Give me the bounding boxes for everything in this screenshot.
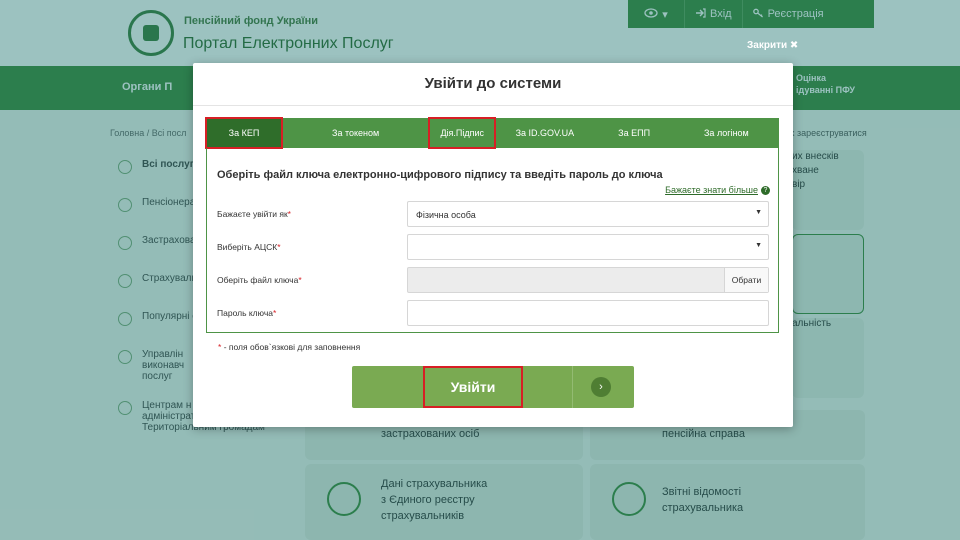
login-as-value: Фізична особа xyxy=(416,210,476,220)
login-as-select[interactable]: Фізична особа ▼ xyxy=(407,201,769,227)
key-password-input[interactable] xyxy=(407,300,769,326)
button-divider xyxy=(572,366,573,408)
login-method-tabs: За КЕП За токеном Дія.Підпис За ID.GOV.U… xyxy=(205,117,779,149)
tab-token[interactable]: За токеном xyxy=(282,118,429,148)
tab-login[interactable]: За логіном xyxy=(674,118,779,148)
login-modal: Увійти до системи За КЕП За токеном Дія.… xyxy=(193,63,793,427)
modal-divider xyxy=(193,105,793,106)
caret-down-icon: ▼ xyxy=(755,209,762,216)
login-as-label: Бажаєте увійти як* xyxy=(217,209,291,219)
key-file-row: Оберіть файл ключа* Обрати xyxy=(217,267,769,293)
help-icon: ? xyxy=(761,185,770,195)
tab-epp[interactable]: За ЕПП xyxy=(595,118,674,148)
acsk-select[interactable]: ▼ xyxy=(407,234,769,260)
kep-form: Оберіть файл ключа електронно-цифрового … xyxy=(206,148,779,333)
tab-kep[interactable]: За КЕП xyxy=(205,117,283,149)
login-submit-label: Увійти xyxy=(423,366,523,408)
acsk-label: Виберіть АЦСК* xyxy=(217,242,281,252)
arrow-right-icon: › xyxy=(591,377,611,397)
key-password-label: Пароль ключа* xyxy=(217,308,277,318)
learn-more-label: Бажаєте знати більше xyxy=(665,185,758,195)
modal-title: Увійти до системи xyxy=(424,75,562,92)
acsk-row: Виберіть АЦСК* ▼ xyxy=(217,234,769,260)
caret-down-icon: ▼ xyxy=(755,242,762,249)
browse-file-button[interactable]: Обрати xyxy=(724,268,768,292)
key-password-row: Пароль ключа* xyxy=(217,300,769,326)
tab-id-gov-ua[interactable]: За ID.GOV.UA xyxy=(495,118,594,148)
learn-more-link[interactable]: Бажаєте знати більше ? xyxy=(665,185,770,195)
required-fields-note: * - поля обов`язкові для заповнення xyxy=(218,342,361,352)
form-heading: Оберіть файл ключа електронно-цифрового … xyxy=(217,169,663,181)
key-file-input[interactable]: Обрати xyxy=(407,267,769,293)
key-file-label: Оберіть файл ключа* xyxy=(217,275,302,285)
login-submit-button[interactable]: Увійти › xyxy=(352,366,634,408)
close-modal-button[interactable]: Закрити ✖ xyxy=(747,40,798,51)
login-as-row: Бажаєте увійти як* Фізична особа ▼ xyxy=(217,201,769,227)
tab-diia-signature[interactable]: Дія.Підпис xyxy=(428,117,497,149)
